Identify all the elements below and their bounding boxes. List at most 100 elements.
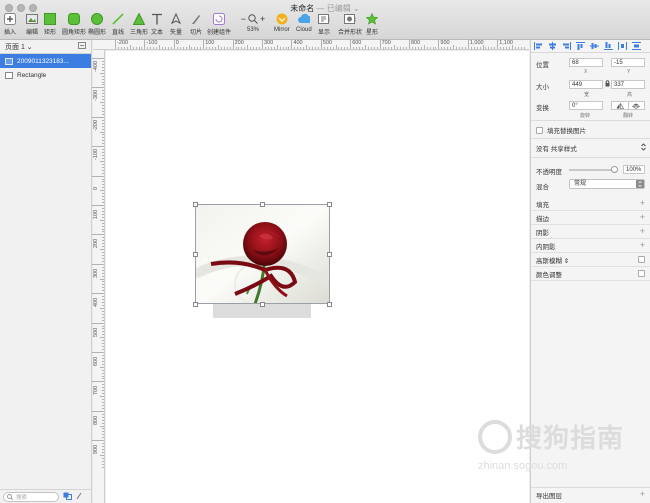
gaussian-blur-checkbox[interactable] xyxy=(638,256,645,263)
edit-button[interactable]: 编辑 xyxy=(26,13,38,39)
align-middle-v-icon[interactable] xyxy=(590,42,599,50)
rectangle-tool-button[interactable]: 矩形 xyxy=(44,13,56,39)
align-bottom-icon[interactable] xyxy=(604,42,613,50)
ruler-tick xyxy=(102,401,104,403)
lock-icon[interactable] xyxy=(605,80,610,89)
add-fill-icon[interactable]: + xyxy=(640,199,645,208)
add-inner-shadow-icon[interactable]: + xyxy=(640,241,645,250)
resize-handle-n[interactable] xyxy=(260,202,265,207)
zoom-out-button[interactable]: − xyxy=(241,14,246,24)
ruler-tick xyxy=(476,47,478,49)
y-field[interactable]: -15 xyxy=(611,58,645,67)
x-caption: X xyxy=(584,69,588,75)
color-adjust-checkbox[interactable] xyxy=(638,270,645,277)
layer-name: 2009011323183... xyxy=(17,57,69,65)
zoom-control[interactable]: − + 53% xyxy=(238,13,268,39)
distribute-h-icon[interactable] xyxy=(618,42,627,50)
rotation-field[interactable]: 0° xyxy=(569,101,603,110)
create-symbol-button[interactable]: 创建组件 xyxy=(207,13,231,39)
combine-shapes-button[interactable]: 合并形状 xyxy=(338,13,362,39)
ruler-tick xyxy=(100,396,104,398)
ruler-tick xyxy=(102,302,104,304)
add-border-icon[interactable]: + xyxy=(640,213,645,222)
ruler-tick xyxy=(464,47,466,49)
ruler-tick xyxy=(102,196,104,198)
layer-item-image[interactable]: 2009011323183... xyxy=(0,54,91,68)
ruler-tick xyxy=(102,257,104,259)
align-top-icon[interactable] xyxy=(576,42,585,50)
ruler-tick xyxy=(406,47,408,49)
x-field[interactable]: 68 xyxy=(569,58,603,67)
ruler-tick xyxy=(320,39,322,49)
export-section[interactable]: 导出图层 + xyxy=(531,487,650,501)
opacity-slider-track[interactable] xyxy=(569,169,613,171)
add-export-icon[interactable]: + xyxy=(640,490,645,499)
ruler-tick xyxy=(102,393,104,395)
resize-handle-se[interactable] xyxy=(327,302,332,307)
opacity-slider-thumb[interactable] xyxy=(611,166,618,173)
shared-style-select[interactable]: 没有 共享样式 xyxy=(536,142,646,154)
horizontal-ruler[interactable]: -200 -100 0 100 200 300 400 500 600 700 800 900 1,00… xyxy=(93,39,529,50)
line-tool-button[interactable]: 直线 xyxy=(112,13,124,39)
view-button[interactable]: 显示 xyxy=(318,13,330,39)
ruler-tick xyxy=(102,134,104,136)
fill-section[interactable]: 填充 + xyxy=(531,197,650,211)
inner-shadow-section[interactable]: 内阴影 + xyxy=(531,239,650,253)
ruler-tick xyxy=(276,45,278,49)
distribute-v-icon[interactable] xyxy=(632,42,641,50)
text-tool-button[interactable]: 文本 xyxy=(151,13,163,39)
resize-handle-s[interactable] xyxy=(260,302,265,307)
zoom-in-button[interactable]: + xyxy=(260,14,265,24)
symbols-filter-icon[interactable] xyxy=(63,492,72,502)
fill-replace-option[interactable]: 填充替换图片 xyxy=(536,124,586,136)
ruler-tick xyxy=(370,47,372,49)
mirror-button[interactable]: Mirror xyxy=(274,13,290,39)
opacity-field[interactable]: 100% xyxy=(623,165,645,174)
triangle-tool-button[interactable]: 三角形 xyxy=(130,13,148,39)
page-toggle-icon[interactable] xyxy=(78,42,86,51)
layer-item-rectangle[interactable]: Rectangle xyxy=(0,68,91,82)
color-adjust-section[interactable]: 颜色调整 xyxy=(531,267,650,281)
oval-tool-button[interactable]: 椭圆形 xyxy=(88,13,106,39)
flip-vertical-button[interactable] xyxy=(628,101,645,110)
ruler-tick xyxy=(253,47,255,49)
align-left-icon[interactable] xyxy=(534,42,543,50)
align-center-h-icon[interactable] xyxy=(548,42,557,50)
cloud-button[interactable]: Cloud xyxy=(296,13,312,39)
ruler-tick xyxy=(102,334,104,336)
width-field[interactable]: 449 xyxy=(569,80,603,89)
vertical-ruler[interactable]: -400 -300 -200 -100 0 100 200 300 400 500 600 700 80… xyxy=(92,50,105,503)
height-field[interactable]: 337 xyxy=(611,80,645,89)
shadow-section[interactable]: 阴影 + xyxy=(531,225,650,239)
align-right-icon[interactable] xyxy=(562,42,571,50)
resize-handle-ne[interactable] xyxy=(327,202,332,207)
ruler-tick xyxy=(456,47,458,49)
shadow-section-label: 阴影 xyxy=(536,229,549,237)
size-label: 大小 xyxy=(536,84,549,91)
ruler-tick xyxy=(102,328,104,330)
slice-tool-button[interactable]: 切片 xyxy=(190,13,202,39)
resize-handle-sw[interactable] xyxy=(193,302,198,307)
fill-replace-checkbox[interactable] xyxy=(536,126,543,134)
blend-mode-select[interactable]: 常规 xyxy=(569,179,645,189)
ruler-tick xyxy=(203,39,205,49)
resize-handle-e[interactable] xyxy=(327,252,332,257)
ruler-tick xyxy=(373,47,375,49)
border-section[interactable]: 描边 + xyxy=(531,211,650,225)
document-name[interactable]: 未命名 xyxy=(290,4,314,13)
resize-handle-w[interactable] xyxy=(193,252,198,257)
page-selector[interactable]: 页面 1 ⌄ xyxy=(5,42,33,52)
rounded-rectangle-tool-button[interactable]: 圆角矩形 xyxy=(62,13,86,39)
insert-button[interactable]: 插入 xyxy=(4,13,16,39)
gaussian-blur-section[interactable]: 高斯模糊 ⇕ xyxy=(531,253,650,267)
ruler-h-label: 100 xyxy=(205,40,215,46)
slice-filter-icon[interactable] xyxy=(76,492,83,502)
ruler-tick xyxy=(115,39,116,49)
layer-search-input[interactable]: 搜索 xyxy=(3,491,59,502)
flip-horizontal-button[interactable] xyxy=(611,101,629,110)
star-tool-button[interactable]: 星形 xyxy=(366,13,378,39)
vector-tool-button[interactable]: 矢量 xyxy=(170,13,182,39)
resize-handle-nw[interactable] xyxy=(193,202,198,207)
add-shadow-icon[interactable]: + xyxy=(640,227,645,236)
ruler-tick xyxy=(217,45,219,49)
